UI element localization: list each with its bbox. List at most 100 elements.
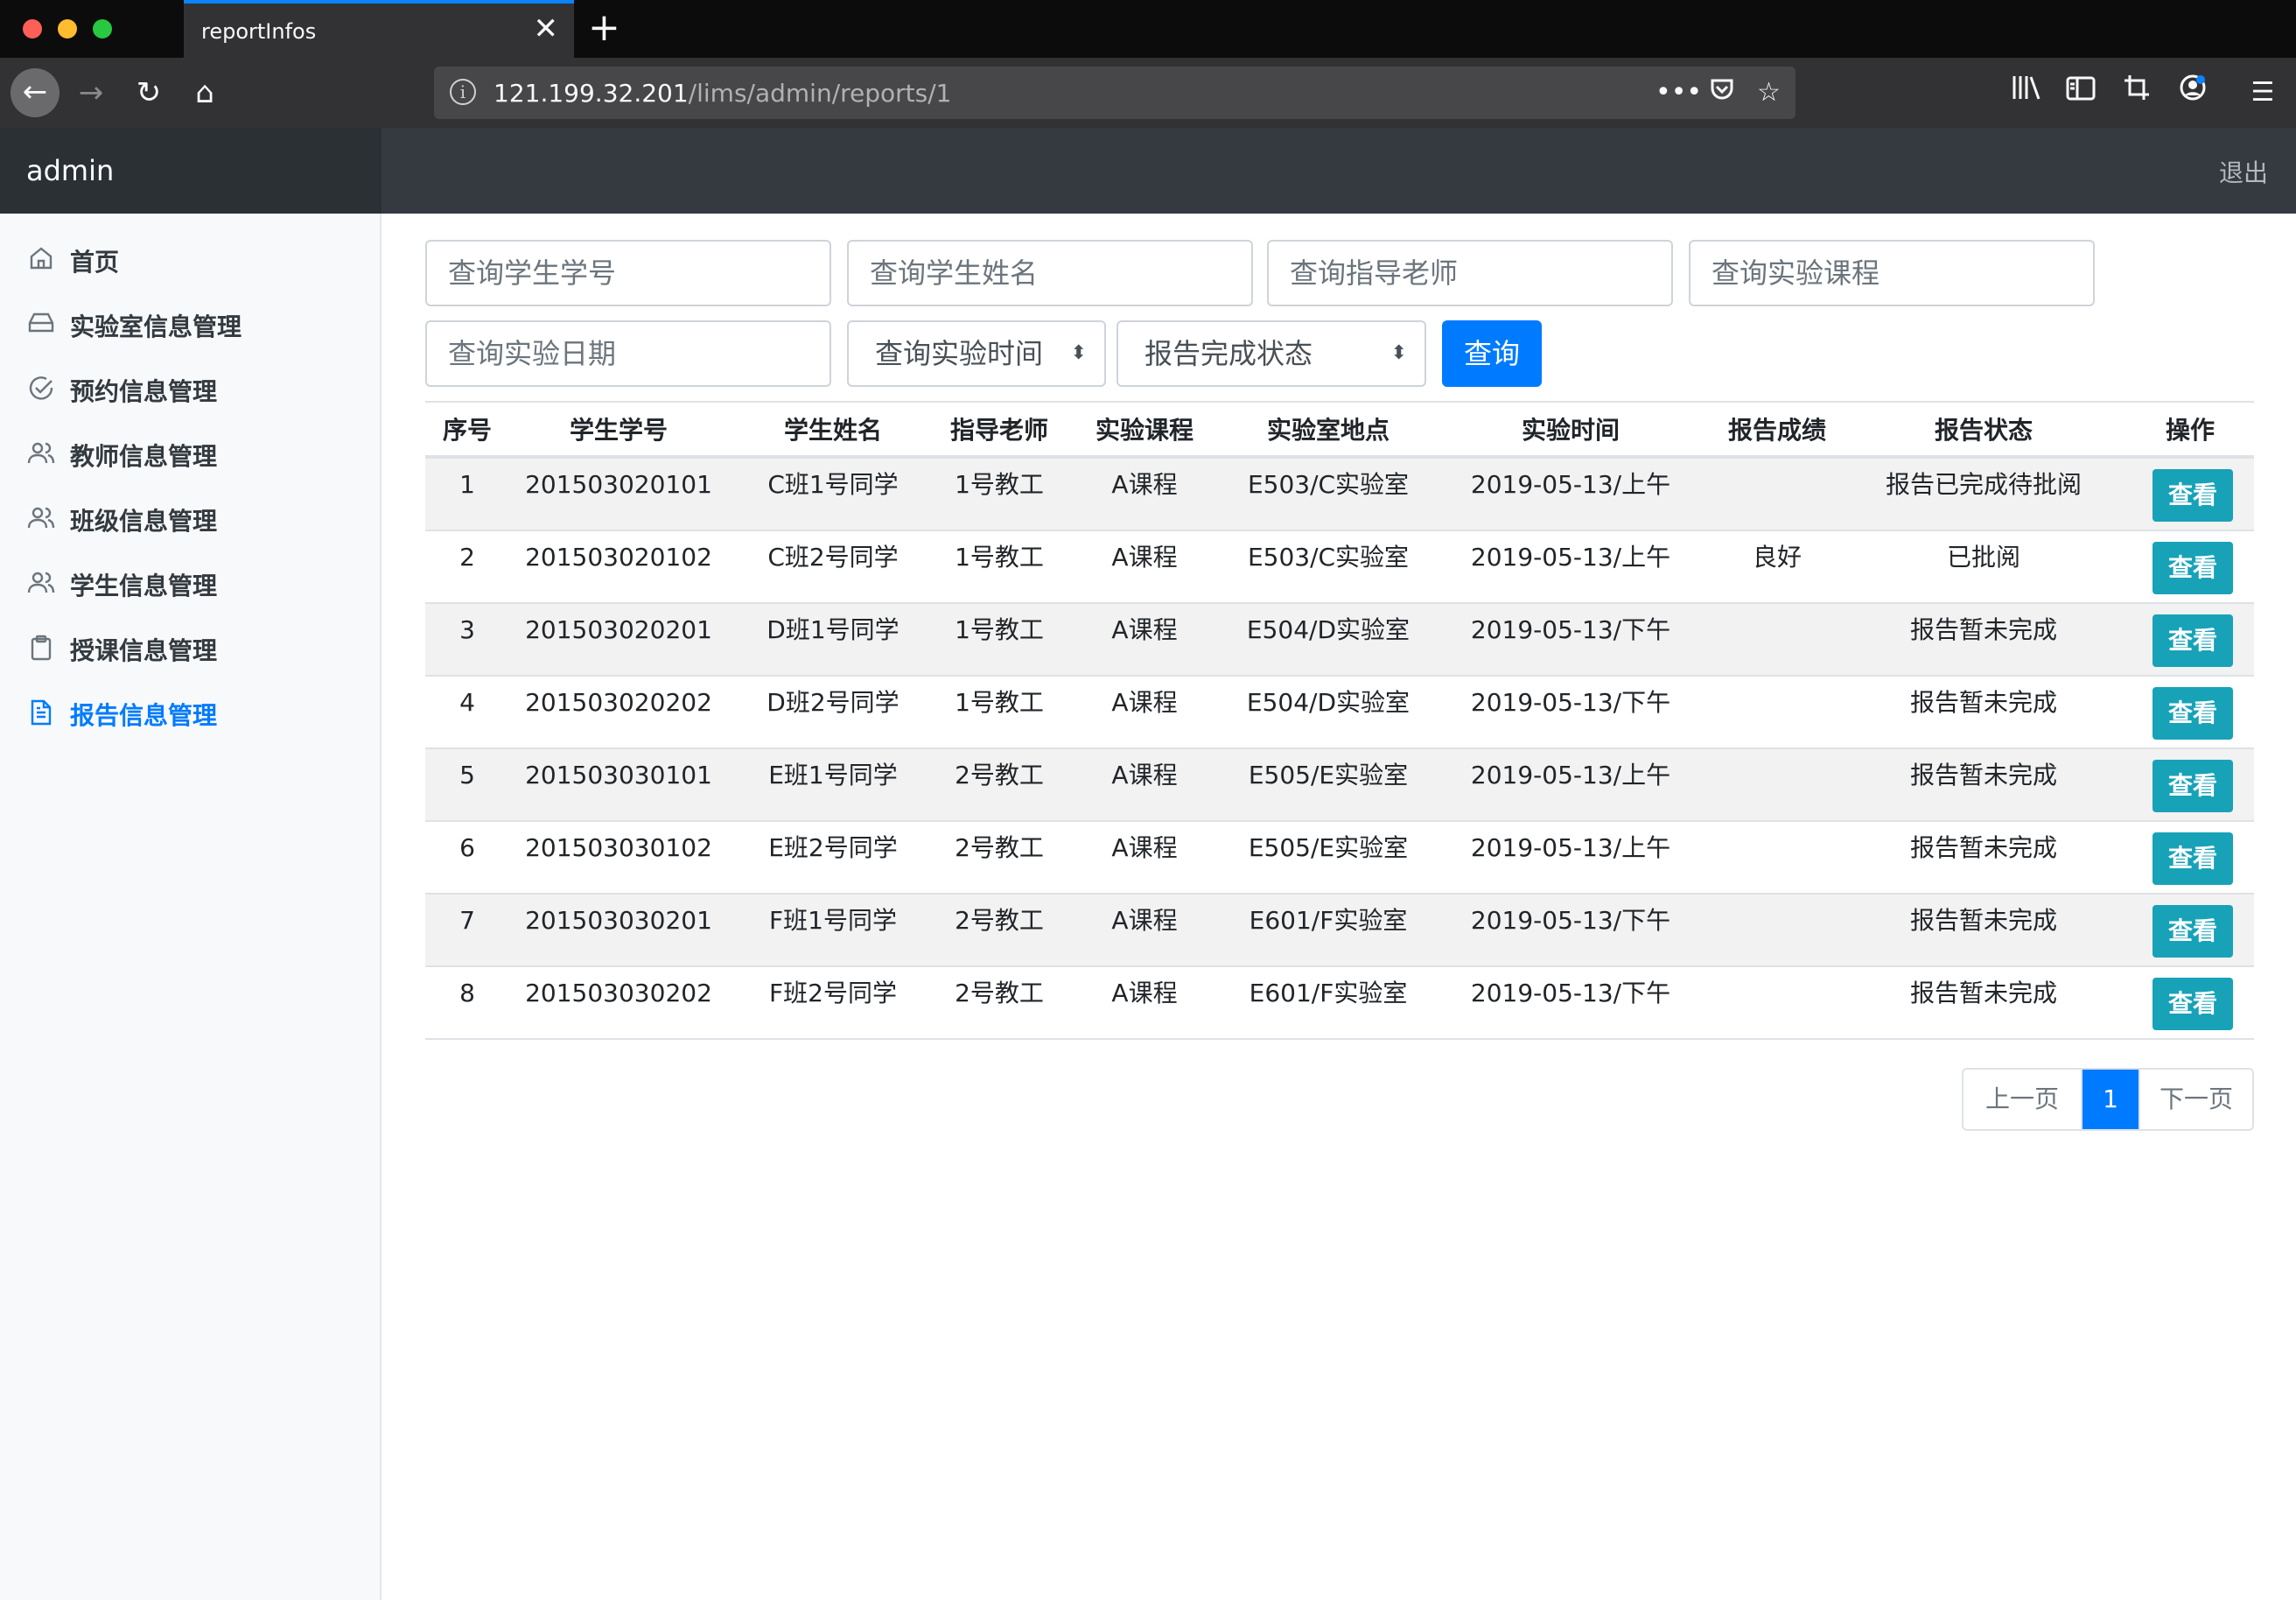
new-tab-button[interactable]: + [588,7,620,49]
time-select-value: 查询实验时间 [875,337,1044,370]
teacher-search-input[interactable]: 查询指导老师 [1267,240,1673,306]
sidebar-item-labs[interactable]: 实验室信息管理 [26,299,376,352]
sidebar-item-teaching[interactable]: 授课信息管理 [26,623,376,676]
window-minimize-button[interactable] [58,19,77,39]
check-circle-icon [26,375,56,405]
pagination: 上一页 1 下一页 [1962,1068,2254,1131]
cell-lab: E504/D实验室 [1246,615,1410,644]
browser-tab-bar: reportInfos ✕ + [0,0,2296,58]
back-arrow-icon[interactable]: ← [10,68,60,117]
cell-lab: E601/F实验室 [1249,906,1408,935]
brand-title[interactable]: admin [0,128,382,214]
home-icon[interactable]: ⌂ [184,72,226,114]
cell-no: 6 [459,833,475,862]
cell-student-name: E班1号同学 [768,761,898,789]
table-row: 7 201503030201 F班1号同学 2号教工 A课程 E601/F实验室… [425,895,2254,967]
student-id-search-input[interactable]: 查询学生学号 [425,240,831,306]
cell-lab: E503/C实验室 [1247,470,1410,499]
cell-score [1713,832,1841,864]
users-icon [26,440,56,470]
menu-icon[interactable]: ☰ [2244,74,2282,112]
column-header: 实验室地点 [1266,416,1390,445]
status-select[interactable]: 报告完成状态 ⬍ [1116,320,1426,387]
tab-close-icon[interactable]: ✕ [534,14,559,44]
cell-teacher: 1号教工 [955,470,1044,499]
window-zoom-button[interactable] [93,19,112,39]
cell-time: 2019-05-13/下午 [1470,906,1671,935]
cell-time: 2019-05-13/上午 [1470,543,1671,572]
tab-title: reportInfos [201,19,317,44]
url-bar[interactable]: i 121.199.32.201/lims/admin/reports/1 ••… [434,67,1796,119]
cell-time: 2019-05-13/下午 [1470,615,1671,644]
sidebar-item-teachers[interactable]: 教师信息管理 [26,429,376,481]
sidebar-item-classes[interactable]: 班级信息管理 [26,494,376,546]
cell-student-id: 201503020101 [525,470,712,499]
view-button[interactable]: 查看 [2152,760,2233,812]
table-row: 2 201503020102 C班2号同学 1号教工 A课程 E503/C实验室… [425,531,2254,604]
sidebar-item-reports[interactable]: 报告信息管理 [26,688,376,740]
cell-course: A课程 [1111,688,1178,717]
view-button[interactable]: 查看 [2152,614,2233,667]
sidebar-item-label: 实验室信息管理 [70,312,242,341]
table-row: 8 201503030202 F班2号同学 2号教工 A课程 E601/F实验室… [425,967,2254,1040]
cell-student-id: 201503030101 [525,761,712,789]
cell-score [1713,905,1841,937]
view-button[interactable]: 查看 [2152,832,2233,885]
view-button[interactable]: 查看 [2152,978,2233,1030]
course-search-input[interactable]: 查询实验课程 [1689,240,2095,306]
browser-tab[interactable]: reportInfos ✕ [184,0,574,58]
window-close-button[interactable] [23,19,42,39]
date-search-input[interactable]: 查询实验日期 [425,320,831,387]
logout-link[interactable]: 退出 [2219,154,2268,189]
cell-no: 8 [459,979,475,1007]
view-button[interactable]: 查看 [2152,687,2233,740]
view-button[interactable]: 查看 [2152,542,2233,594]
cell-course: A课程 [1111,543,1178,572]
cell-student-name: D班2号同学 [766,688,900,717]
sidebar-item-reservations[interactable]: 预约信息管理 [26,364,376,417]
view-button[interactable]: 查看 [2152,905,2233,958]
page-1-button[interactable]: 1 [2082,1070,2138,1129]
prev-page-button[interactable]: 上一页 [1964,1070,2082,1129]
library-icon[interactable] [2007,74,2046,112]
cell-no: 3 [459,615,475,644]
cell-no: 1 [459,470,475,499]
student-name-search-input[interactable]: 查询学生姓名 [847,240,1253,306]
sidebar-item-home[interactable]: 首页 [26,235,376,287]
cell-status: 报告暂未完成 [1909,979,2057,1007]
account-icon[interactable] [2174,74,2212,112]
cell-score [1713,469,1841,501]
cell-teacher: 2号教工 [955,906,1044,935]
next-page-button[interactable]: 下一页 [2138,1070,2252,1129]
cell-time: 2019-05-13/上午 [1470,470,1671,499]
site-info-icon[interactable]: i [450,79,476,105]
sidebar-item-label: 预约信息管理 [70,377,218,406]
column-header: 指导老师 [949,416,1048,445]
page-actions-icon[interactable]: ••• [1656,75,1702,110]
reload-icon[interactable]: ↻ [128,72,170,114]
column-header: 学生姓名 [783,416,882,445]
cell-status: 已批阅 [1946,543,2020,572]
pocket-icon[interactable] [1708,75,1736,113]
column-header: 学生学号 [569,416,668,445]
sidebar-item-students[interactable]: 学生信息管理 [26,558,376,611]
cell-student-id: 201503020201 [525,615,712,644]
cell-course: A课程 [1111,979,1178,1007]
cell-status: 报告暂未完成 [1909,761,2057,789]
view-button[interactable]: 查看 [2152,469,2233,522]
sidebar-item-label: 学生信息管理 [70,572,218,600]
url-text[interactable]: 121.199.32.201/lims/admin/reports/1 [494,79,951,108]
cell-teacher: 1号教工 [955,543,1044,572]
forward-arrow-icon[interactable]: → [70,72,112,114]
column-header: 序号 [442,416,492,445]
cell-status: 报告暂未完成 [1909,688,2057,717]
table-row: 1 201503020101 C班1号同学 1号教工 A课程 E503/C实验室… [425,459,2254,531]
bookmark-star-icon[interactable]: ☆ [1757,75,1781,110]
drive-icon [26,311,56,340]
time-select[interactable]: 查询实验时间 ⬍ [847,320,1106,387]
query-button[interactable]: 查询 [1442,320,1542,387]
screenshot-crop-icon[interactable] [2118,74,2156,112]
sidebar: 首页 实验室信息管理 预约信息管理 教师信息管理 班级信息管理 学生信息管理 授… [0,214,382,1600]
sidebar-toggle-icon[interactable] [2062,74,2100,112]
sidebar-item-label: 首页 [70,248,120,277]
